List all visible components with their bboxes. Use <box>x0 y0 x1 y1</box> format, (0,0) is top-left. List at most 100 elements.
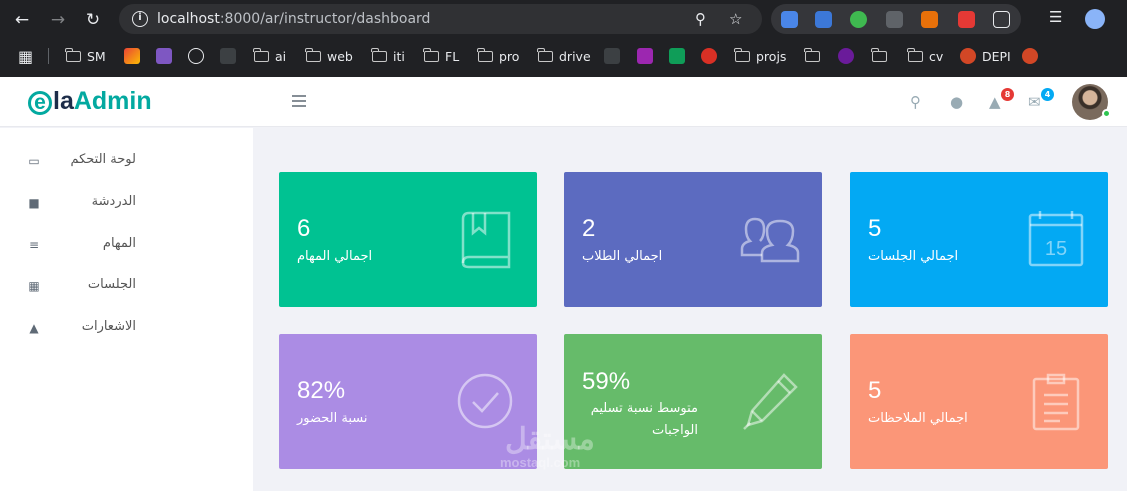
bookmark-ai[interactable]: ai <box>253 40 286 72</box>
messages-badge: 4 <box>1041 88 1054 101</box>
bookmark-fl[interactable]: FL <box>423 40 460 72</box>
sidebar-item-notifications[interactable]: ▲ الاشعارات <box>0 313 253 343</box>
plus-extension-icon[interactable] <box>958 11 975 28</box>
card-value: 6 <box>297 215 311 242</box>
menu-toggle-icon[interactable] <box>292 95 306 110</box>
bookmark-gmail[interactable] <box>124 40 140 72</box>
folder-icon <box>305 47 321 62</box>
folder-icon <box>477 47 493 62</box>
bookmark-site-3[interactable] <box>669 40 685 72</box>
bookmark-label: projs <box>756 48 787 64</box>
card-value: 5 <box>868 215 882 242</box>
folder-icon <box>907 47 923 62</box>
card-label: اجمالي الجلسات <box>868 249 959 264</box>
back-arrow-icon[interactable]: ← <box>11 9 33 31</box>
bookmark-folder-unnamed[interactable] <box>804 40 820 72</box>
book-icon <box>461 211 511 269</box>
watermark-latin: mostaql.com <box>500 455 581 470</box>
bookmark-label: drive <box>559 48 591 64</box>
bookmark-site-5[interactable] <box>838 40 854 72</box>
bookmark-iti[interactable]: iti <box>371 40 405 72</box>
folder-icon <box>537 47 553 62</box>
bell-icon[interactable]: ▲ <box>989 94 1001 110</box>
bookmark-ppt[interactable] <box>1022 40 1038 72</box>
card-total-tasks: 6 اجمالي المهام <box>279 172 537 307</box>
card-value: 59% <box>582 368 631 395</box>
sidebar: ▭ لوحة التحكم ■ الدردشة ≡ المهام ▦ الجلس… <box>0 128 253 491</box>
bookmark-drive[interactable]: drive <box>537 40 591 72</box>
profile-icon[interactable] <box>1085 9 1105 29</box>
list-icon: ≡ <box>28 238 40 252</box>
media-control-icon[interactable]: ☰ <box>1049 8 1062 26</box>
puzzle-extensions-icon[interactable] <box>993 11 1010 28</box>
bookmark-vercel[interactable] <box>188 40 204 72</box>
bookmark-site-4[interactable] <box>701 40 717 72</box>
gmail-icon <box>124 48 140 64</box>
calendar-icon: ▦ <box>28 279 40 293</box>
ublock-extension-icon[interactable] <box>886 11 903 28</box>
chess-extension-icon[interactable] <box>921 11 938 28</box>
bookmark-site-2[interactable] <box>637 40 653 72</box>
card-label-line: الواجبات <box>651 423 698 438</box>
bookmark-label: SM <box>87 48 106 64</box>
folder-icon <box>804 47 820 62</box>
bookmark-label: FL <box>445 48 460 64</box>
site-info-icon[interactable]: i <box>132 11 148 27</box>
calendar-15-icon: 15 <box>1028 211 1084 267</box>
folder-icon <box>371 47 387 62</box>
powerpoint-icon <box>1022 48 1038 64</box>
bookmark-folder-unnamed-2[interactable] <box>871 40 887 72</box>
sidebar-item-dashboard[interactable]: ▭ لوحة التحكم <box>0 146 253 176</box>
card-label: اجمالي المهام <box>297 249 373 264</box>
bookmark-sm[interactable]: SM <box>65 40 106 72</box>
thumbs-up-extension-icon[interactable] <box>850 11 867 28</box>
check-circle-icon <box>457 373 513 429</box>
url-text[interactable]: localhost:8000/ar/instructor/dashboard <box>157 11 430 27</box>
pen-icon <box>743 373 798 430</box>
sidebar-item-chat[interactable]: ■ الدردشة <box>0 188 253 218</box>
card-label: نسبة الحضور <box>297 411 368 426</box>
zoom-icon[interactable]: ⚲ <box>695 10 706 28</box>
bookmark-label: DEPI <box>982 48 1011 64</box>
vercel-icon <box>188 48 204 64</box>
bookmark-cv[interactable]: cv <box>907 40 944 72</box>
bookmarks-bar: ▦ SM ai web iti FL pro drive projs cv DE… <box>0 40 1127 72</box>
url-host: localhost <box>157 11 220 27</box>
sidebar-item-tasks[interactable]: ≡ المهام <box>0 230 253 260</box>
card-value: 2 <box>582 215 596 242</box>
reload-icon[interactable]: ↻ <box>82 9 104 31</box>
bookmark-misc[interactable] <box>220 40 236 72</box>
card-total-sessions: 5 اجمالي الجلسات 15 <box>850 172 1108 307</box>
users-icon <box>740 217 800 263</box>
bookmark-web[interactable]: web <box>305 40 353 72</box>
clipboard-icon <box>1032 373 1080 431</box>
url-path: :8000/ar/instructor/dashboard <box>219 11 431 27</box>
search-icon[interactable]: ⚲ <box>910 94 921 110</box>
bookmark-pro[interactable]: pro <box>477 40 519 72</box>
bookmark-depi[interactable]: DEPI <box>960 40 1011 72</box>
app-header: e laAdmin ⚲ ● ▲ 8 ✉ 4 <box>0 77 1127 127</box>
misc-site-icon <box>220 48 236 64</box>
site-icon <box>701 48 717 64</box>
bookmark-label: cv <box>929 48 944 64</box>
bookmark-site-1[interactable] <box>604 40 620 72</box>
globe-icon[interactable]: ● <box>950 94 963 110</box>
bookmark-star-icon[interactable]: ☆ <box>729 10 742 28</box>
folder-icon <box>423 47 439 62</box>
logo-e: e <box>28 91 52 115</box>
sidebar-item-sessions[interactable]: ▦ الجلسات <box>0 271 253 301</box>
mostaql-watermark: مستقل mostaql.com <box>500 425 595 471</box>
envelope-icon[interactable]: ✉ <box>1028 94 1041 110</box>
card-homework-submission: 59% متوسط نسبة تسليم الواجبات <box>564 334 822 469</box>
forward-arrow-icon[interactable]: → <box>47 9 69 31</box>
bookmark-projs[interactable]: projs <box>734 40 787 72</box>
card-label: اجمالي الملاحظات <box>868 411 968 426</box>
translate-extension-icon[interactable] <box>781 11 798 28</box>
folder-icon <box>871 47 887 62</box>
bookmark-mail[interactable] <box>156 40 172 72</box>
apps-grid-icon[interactable]: ▦ <box>18 40 33 72</box>
address-bar[interactable]: i localhost:8000/ar/instructor/dashboard… <box>119 4 762 34</box>
folder-icon <box>734 47 750 62</box>
elaadmin-logo[interactable]: e laAdmin <box>28 87 152 116</box>
radio-extension-icon[interactable] <box>815 11 832 28</box>
